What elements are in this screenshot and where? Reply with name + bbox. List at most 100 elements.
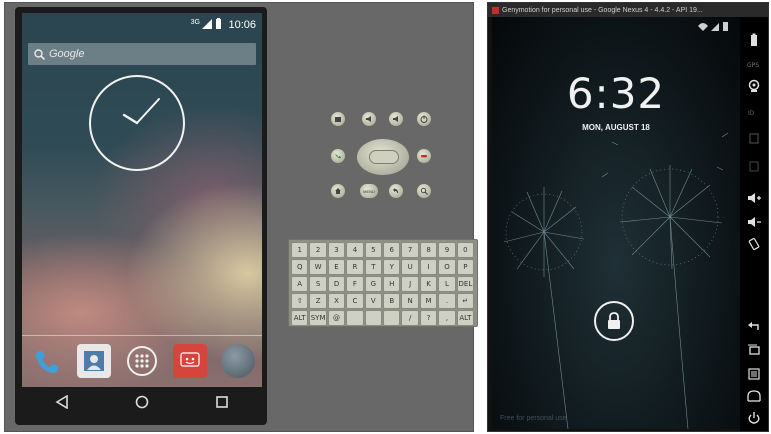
- webcam-icon[interactable]: [744, 77, 764, 95]
- lock-screen-date: MON, AUGUST 18: [582, 123, 650, 132]
- keyboard-key[interactable]: D: [327, 276, 346, 292]
- home-icon[interactable]: [744, 387, 764, 405]
- keyboard-row: 1234567890: [291, 242, 475, 258]
- phone-app-icon[interactable]: [29, 344, 63, 378]
- status-bar: 3G 10:06: [22, 13, 262, 37]
- keyboard-key[interactable]: 2: [309, 242, 327, 258]
- volume-up-control-icon[interactable]: [388, 111, 404, 127]
- google-search-bar[interactable]: Google: [28, 43, 256, 65]
- volume-down-icon[interactable]: [744, 213, 764, 231]
- keyboard-key[interactable]: 5: [364, 242, 383, 258]
- keyboard-key[interactable]: I: [419, 259, 438, 275]
- analog-clock-widget[interactable]: [89, 75, 185, 171]
- genymotion-logo-icon: [492, 6, 499, 14]
- keyboard-key[interactable]: K: [419, 276, 438, 292]
- window-titlebar[interactable]: Genymotion for personal use - Google Nex…: [488, 3, 768, 17]
- keyboard-key[interactable]: ALT: [456, 310, 475, 326]
- keyboard-key[interactable]: [364, 310, 383, 326]
- end-call-control-icon[interactable]: [416, 148, 432, 164]
- window-title: Genymotion for personal use - Google Nex…: [502, 6, 703, 14]
- keyboard-key[interactable]: 3: [327, 242, 346, 258]
- keyboard-key[interactable]: 8: [419, 242, 438, 258]
- messaging-app-icon[interactable]: [173, 344, 207, 378]
- dpad-control[interactable]: [356, 138, 410, 176]
- keyboard-key[interactable]: [346, 310, 364, 326]
- keyboard-key[interactable]: L: [438, 276, 456, 292]
- keyboard-key[interactable]: A: [291, 276, 309, 292]
- device-id-icon[interactable]: ID: [744, 103, 764, 121]
- keyboard-key[interactable]: /: [401, 310, 419, 326]
- keyboard-key[interactable]: C: [346, 293, 364, 309]
- lock-screen[interactable]: 6:32 MON, AUGUST 18 Free for personal us…: [492, 17, 740, 429]
- keyboard-key[interactable]: R: [346, 259, 364, 275]
- keyboard-key[interactable]: P: [456, 259, 475, 275]
- volume-down-control-icon[interactable]: [361, 111, 377, 127]
- power-control-icon[interactable]: [416, 111, 432, 127]
- browser-app-icon[interactable]: [221, 344, 255, 378]
- rotate-icon[interactable]: [744, 235, 764, 253]
- keyboard-key[interactable]: W: [309, 259, 327, 275]
- keyboard-key[interactable]: J: [401, 276, 419, 292]
- contacts-app-icon[interactable]: [77, 344, 111, 378]
- keyboard-key[interactable]: S: [309, 276, 327, 292]
- keyboard-key[interactable]: O: [438, 259, 456, 275]
- dpad-center-button[interactable]: [369, 150, 399, 164]
- keyboard-key[interactable]: H: [383, 276, 401, 292]
- keyboard-key[interactable]: E: [327, 259, 346, 275]
- keyboard-key[interactable]: Z: [309, 293, 327, 309]
- app-drawer-icon[interactable]: [125, 344, 159, 378]
- keyboard-key[interactable]: ↵: [456, 293, 475, 309]
- screencast-icon[interactable]: [744, 157, 764, 175]
- keyboard-key[interactable]: M: [419, 293, 438, 309]
- recents-nav-icon[interactable]: [215, 395, 229, 414]
- keyboard-key[interactable]: V: [364, 293, 383, 309]
- recent-apps-icon[interactable]: [744, 341, 764, 359]
- keyboard-key[interactable]: G: [364, 276, 383, 292]
- keyboard-key[interactable]: 1: [291, 242, 309, 258]
- keyboard-key[interactable]: ?: [419, 310, 438, 326]
- keyboard-key[interactable]: U: [401, 259, 419, 275]
- keyboard-key[interactable]: B: [383, 293, 401, 309]
- menu-control-button[interactable]: MENU: [359, 183, 379, 199]
- camera-control-icon[interactable]: [330, 111, 346, 127]
- keyboard-key[interactable]: X: [327, 293, 346, 309]
- keyboard-key[interactable]: [383, 310, 401, 326]
- keyboard-key[interactable]: Q: [291, 259, 309, 275]
- keyboard-key[interactable]: 7: [401, 242, 419, 258]
- keyboard-key[interactable]: N: [401, 293, 419, 309]
- keyboard-key[interactable]: Y: [383, 259, 401, 275]
- call-control-icon[interactable]: [330, 148, 346, 164]
- search-control-icon[interactable]: [416, 183, 432, 199]
- battery-icon: [215, 18, 222, 33]
- keyboard-key[interactable]: T: [364, 259, 383, 275]
- keyboard-key[interactable]: .: [438, 293, 456, 309]
- keyboard-key[interactable]: ,: [438, 310, 456, 326]
- unlock-button[interactable]: [594, 301, 634, 341]
- keyboard-key[interactable]: ALT: [291, 310, 309, 326]
- menu-icon[interactable]: [744, 365, 764, 383]
- emulator-keyboard: 1 2 3 4 5 6 7 8 9 0 Q W E R T Y U I O P A S D F G H J K L DEL ⇧ Z X C V B N M…: [288, 239, 478, 327]
- volume-up-icon[interactable]: [744, 189, 764, 207]
- sd-card-icon[interactable]: [744, 129, 764, 147]
- keyboard-key[interactable]: 9: [438, 242, 456, 258]
- back-control-icon[interactable]: [388, 183, 404, 199]
- keyboard-key[interactable]: SYM: [309, 310, 327, 326]
- keyboard-key[interactable]: 0: [456, 242, 475, 258]
- battery-icon[interactable]: [744, 31, 764, 49]
- keyboard-key[interactable]: 6: [383, 242, 401, 258]
- gps-icon[interactable]: GPS: [744, 55, 764, 73]
- keyboard-key[interactable]: ⇧: [291, 293, 309, 309]
- status-time: 10:06: [228, 19, 256, 31]
- keyboard-key[interactable]: 4: [346, 242, 364, 258]
- back-nav-icon[interactable]: [55, 394, 69, 414]
- phone-screen[interactable]: 3G 10:06 Google: [22, 13, 262, 387]
- lock-icon: [608, 312, 620, 329]
- home-nav-icon[interactable]: [135, 395, 149, 414]
- keyboard-key[interactable]: @: [327, 310, 346, 326]
- svg-text:GPS: GPS: [747, 62, 759, 69]
- back-icon[interactable]: [744, 317, 764, 335]
- power-icon[interactable]: [744, 409, 764, 427]
- keyboard-key[interactable]: DEL: [456, 276, 475, 292]
- home-control-icon[interactable]: [330, 183, 346, 199]
- keyboard-key[interactable]: F: [346, 276, 364, 292]
